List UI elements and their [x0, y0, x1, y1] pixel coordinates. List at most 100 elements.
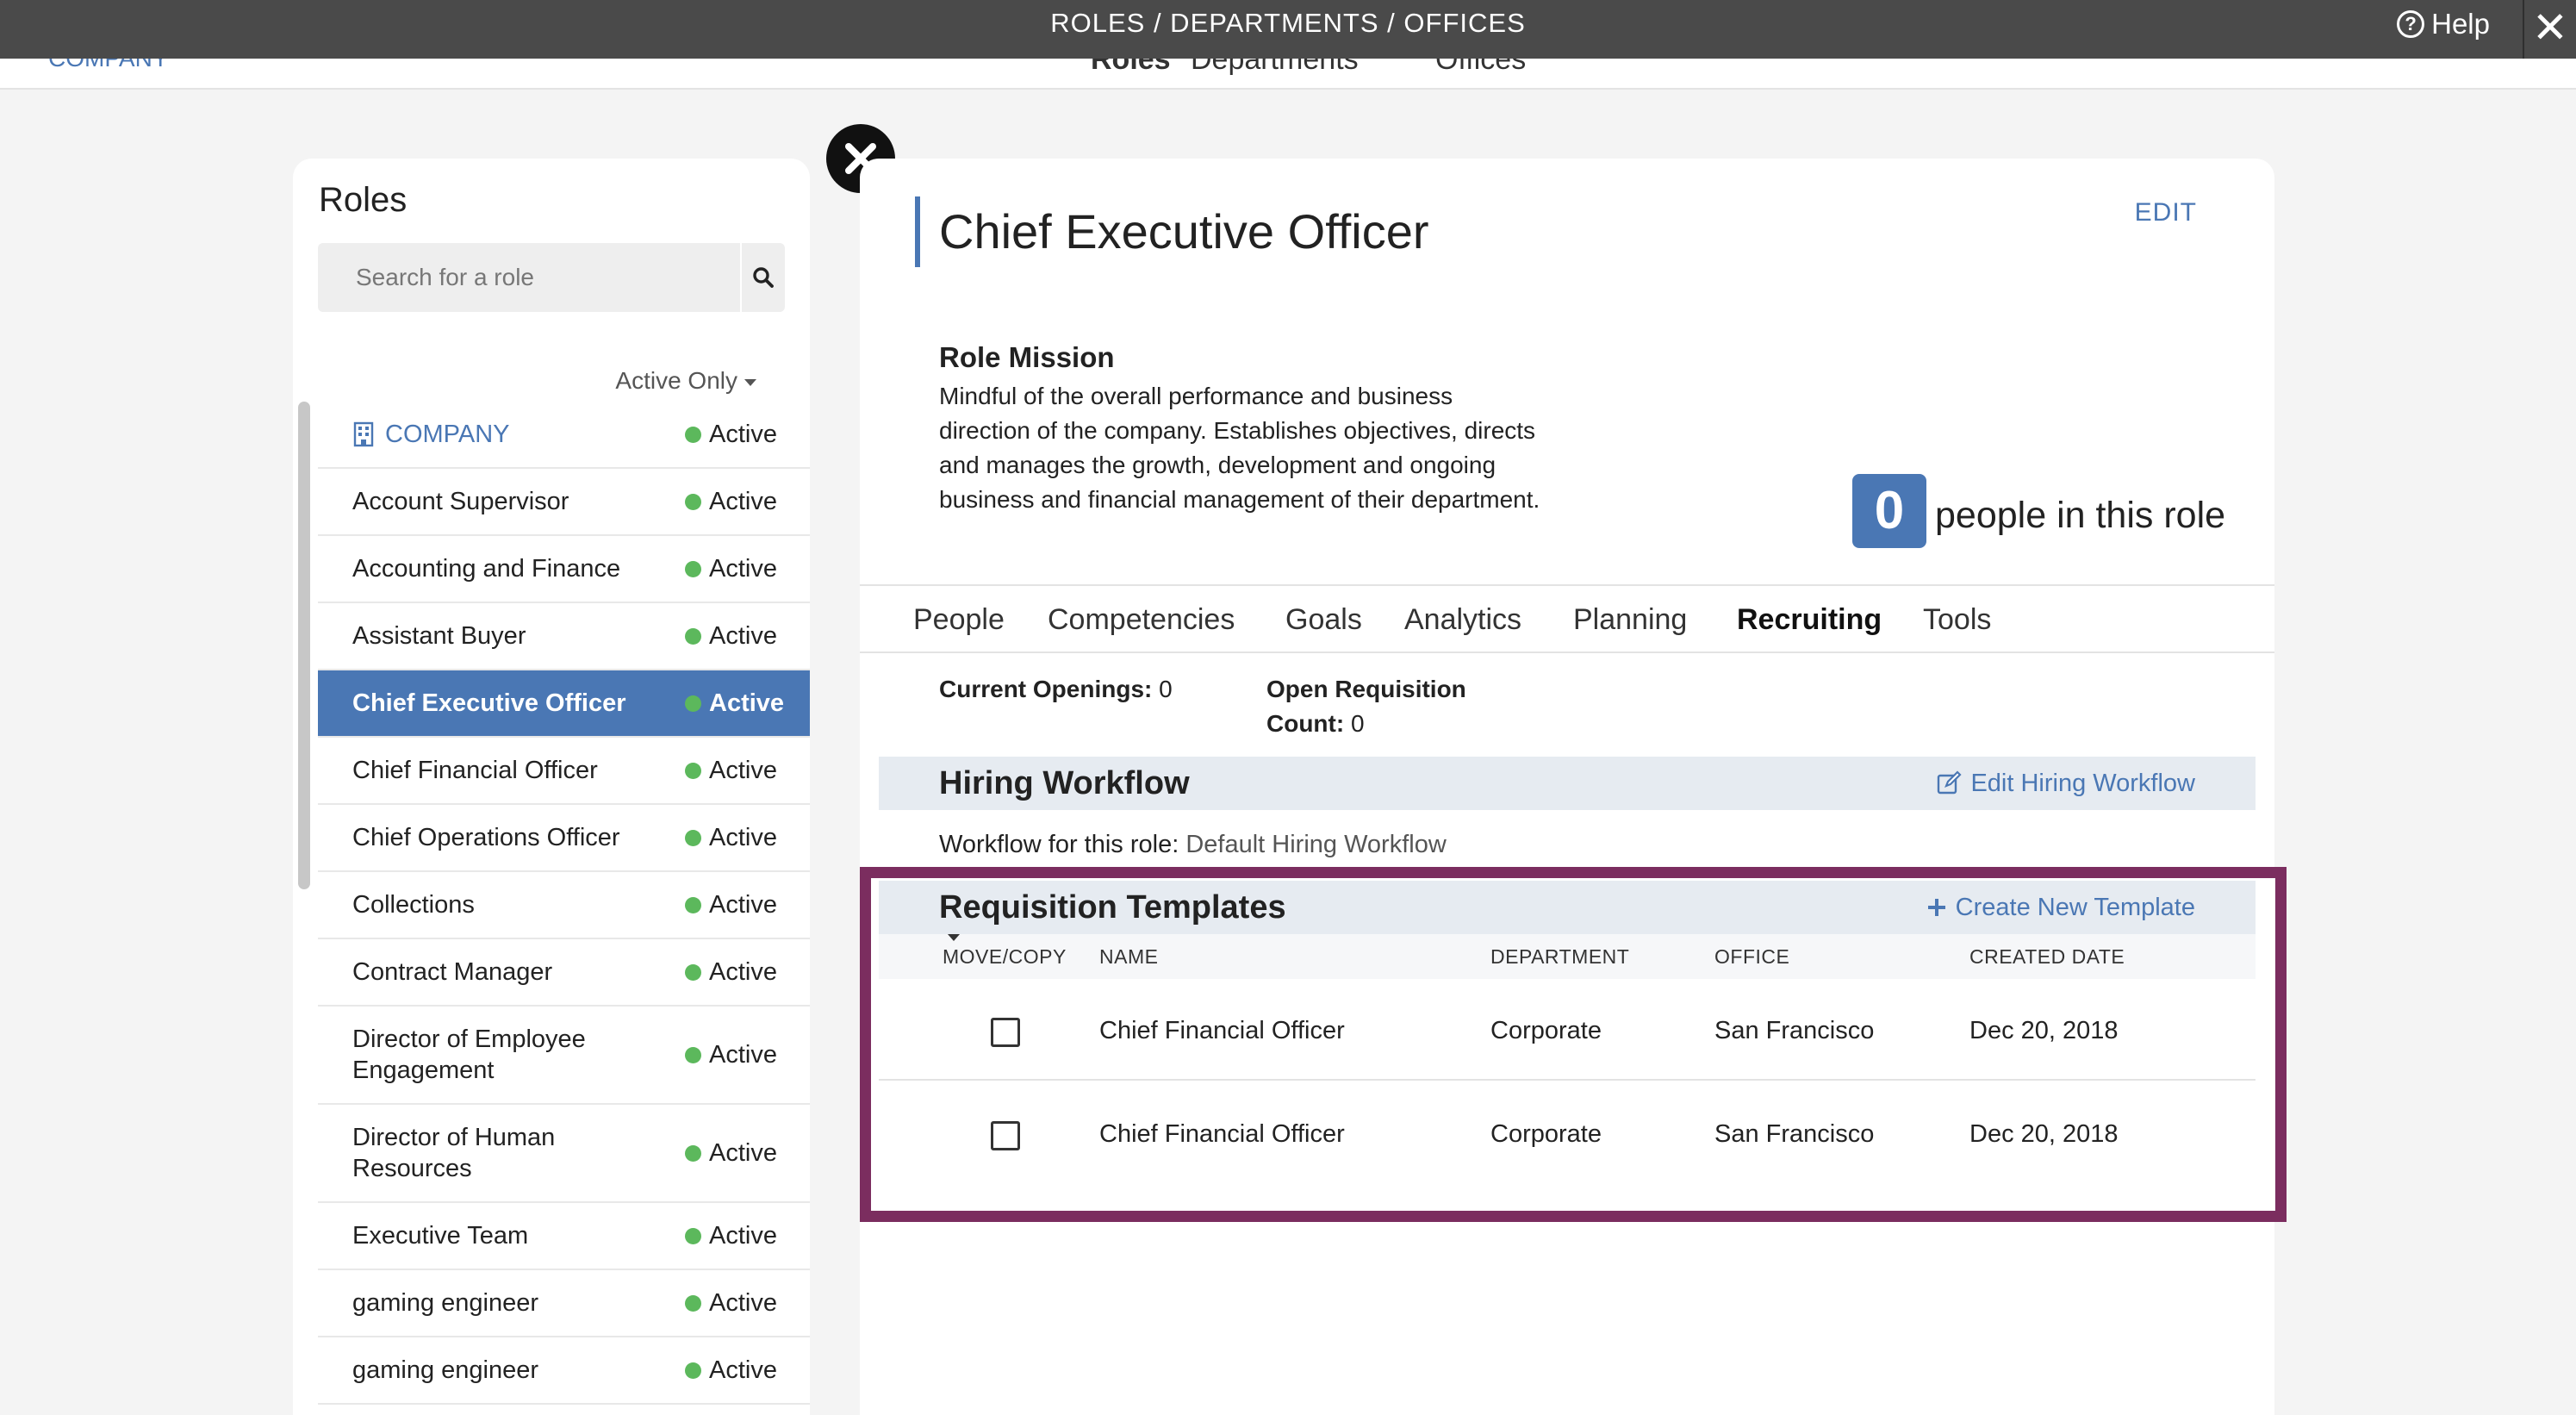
status-dot-icon [685, 762, 701, 779]
page-title: ROLES / DEPARTMENTS / OFFICES [1050, 8, 1526, 38]
plus-icon [1927, 899, 1945, 916]
requisition-templates-heading: Requisition Templates [939, 889, 1286, 926]
role-list: COMPANY Active Account Supervisor Active… [318, 402, 810, 1405]
status-dot-icon [685, 963, 701, 981]
cell-created: Dec 20, 2018 [1969, 1017, 2119, 1044]
status-badge: Active [685, 891, 810, 919]
tab-offices[interactable]: Offices [1435, 59, 1526, 77]
edit-button[interactable]: EDIT [2135, 198, 2197, 228]
role-item[interactable]: Director of Human Resources Active [318, 1105, 810, 1203]
people-count-label: people in this role [1935, 495, 2226, 536]
status-badge: Active [685, 1289, 810, 1318]
sub-nav: COMPANY Roles Departments Offices [0, 59, 2576, 90]
status-dot-icon [685, 426, 701, 443]
chevron-down-icon [744, 378, 756, 386]
role-item[interactable]: gaming engineer Active [318, 1337, 810, 1405]
role-name: Assistant Buyer [352, 622, 526, 650]
table-row: Chief Financial Officer Corporate San Fr… [879, 979, 2256, 1082]
status-badge: Active [685, 488, 810, 516]
cell-name[interactable]: Chief Financial Officer [1099, 1082, 1345, 1186]
status-dot-icon [685, 560, 701, 577]
scrollbar[interactable] [298, 402, 310, 889]
role-name: Accounting and Finance [352, 555, 621, 583]
role-name: gaming engineer [352, 1289, 539, 1317]
role-item[interactable]: Chief Financial Officer Active [318, 738, 810, 805]
role-item[interactable]: Collections Active [318, 872, 810, 939]
tab-goals[interactable]: Goals [1285, 586, 1362, 653]
tab-competencies[interactable]: Competencies [1048, 586, 1235, 653]
search-button[interactable] [740, 243, 785, 312]
title-accent-bar [915, 196, 920, 267]
help-icon: ? [2397, 10, 2425, 38]
edit-icon [1938, 770, 1963, 795]
current-openings: Current Openings: 0 [939, 676, 1173, 702]
tab-people[interactable]: People [913, 586, 1005, 653]
status-dot-icon [685, 695, 701, 712]
status-dot-icon [685, 1362, 701, 1379]
role-name: Director of Employee Engagement [352, 1025, 586, 1084]
role-item[interactable]: Accounting and Finance Active [318, 536, 810, 603]
role-item[interactable]: Director of Employee Engagement Active [318, 1007, 810, 1105]
role-detail-panel: Chief Executive Officer EDIT Role Missio… [860, 159, 2287, 1415]
row-checkbox[interactable] [991, 1121, 1020, 1150]
tab-departments[interactable]: Departments [1191, 59, 1359, 77]
role-name: Executive Team [352, 1222, 529, 1250]
hiring-workflow-heading: Hiring Workflow [939, 765, 1190, 801]
role-item[interactable]: Assistant Buyer Active [318, 603, 810, 670]
role-search-input[interactable] [318, 243, 731, 312]
status-badge: Active [685, 757, 810, 785]
status-badge: Active [685, 622, 810, 651]
col-created-date: CREATED DATE [1969, 945, 2125, 968]
create-template-button[interactable]: Create New Template [1926, 881, 2195, 934]
role-item[interactable]: gaming engineer Active [318, 1270, 810, 1337]
close-icon[interactable]: ✕ [2523, 0, 2576, 59]
top-bar: ROLES / DEPARTMENTS / OFFICES ? Help ✕ [0, 0, 2576, 59]
role-name: Collections [352, 891, 475, 919]
role-name: Contract Manager [352, 958, 553, 986]
edit-hiring-workflow-button[interactable]: Edit Hiring Workflow [1936, 757, 2195, 810]
workflow-value[interactable]: Default Hiring Workflow [1185, 831, 1446, 858]
tab-planning[interactable]: Planning [1573, 586, 1687, 653]
role-item[interactable]: Executive Team Active [318, 1203, 810, 1270]
people-count-badge: 0 [1852, 474, 1926, 548]
role-item[interactable]: Account Supervisor Active [318, 469, 810, 536]
status-badge: Active [685, 555, 810, 583]
role-item-company[interactable]: COMPANY Active [318, 402, 810, 469]
role-name: gaming engineer [352, 1356, 539, 1384]
status-badge: Active [685, 824, 810, 852]
status-badge: Active [685, 958, 810, 987]
role-name: COMPANY [385, 421, 510, 448]
status-dot-icon [685, 627, 701, 645]
status-dot-icon [685, 493, 701, 510]
role-name: Chief Operations Officer [352, 824, 620, 851]
search-box [318, 243, 785, 312]
tab-analytics[interactable]: Analytics [1404, 586, 1521, 653]
workflow-line: Workflow for this role: Default Hiring W… [939, 831, 1447, 858]
role-item[interactable]: Contract Manager Active [318, 939, 810, 1007]
tab-recruiting[interactable]: Recruiting [1737, 586, 1882, 653]
tab-tools[interactable]: Tools [1923, 586, 1991, 653]
col-name: NAME [1099, 945, 1159, 968]
table-row: Chief Financial Officer Corporate San Fr… [879, 1082, 2256, 1186]
role-name: Account Supervisor [352, 488, 569, 515]
col-department: DEPARTMENT [1490, 945, 1630, 968]
chevron-down-icon [948, 934, 960, 941]
active-filter-dropdown[interactable]: Active Only [615, 367, 756, 395]
company-link[interactable]: COMPANY [48, 59, 169, 72]
building-icon [353, 421, 374, 447]
status-badge: Active [685, 421, 810, 449]
cell-name[interactable]: Chief Financial Officer [1099, 979, 1345, 1082]
table-header: MOVE/COPY NAME DEPARTMENT OFFICE CREATED… [879, 934, 2256, 979]
status-badge: Active [685, 689, 810, 718]
detail-tabs: People Competencies Goals Analytics Plan… [860, 584, 2274, 653]
status-badge: Active [685, 1139, 810, 1168]
cell-department: Corporate [1490, 1120, 1602, 1148]
role-item-selected[interactable]: Chief Executive Officer Active [318, 670, 810, 738]
role-item[interactable]: Chief Operations Officer Active [318, 805, 810, 872]
help-button[interactable]: ? Help [2397, 7, 2490, 41]
mission-heading: Role Mission [939, 341, 1115, 373]
row-checkbox[interactable] [991, 1018, 1020, 1047]
tab-roles[interactable]: Roles [1091, 59, 1171, 77]
status-dot-icon [685, 1227, 701, 1244]
search-icon [753, 267, 774, 288]
